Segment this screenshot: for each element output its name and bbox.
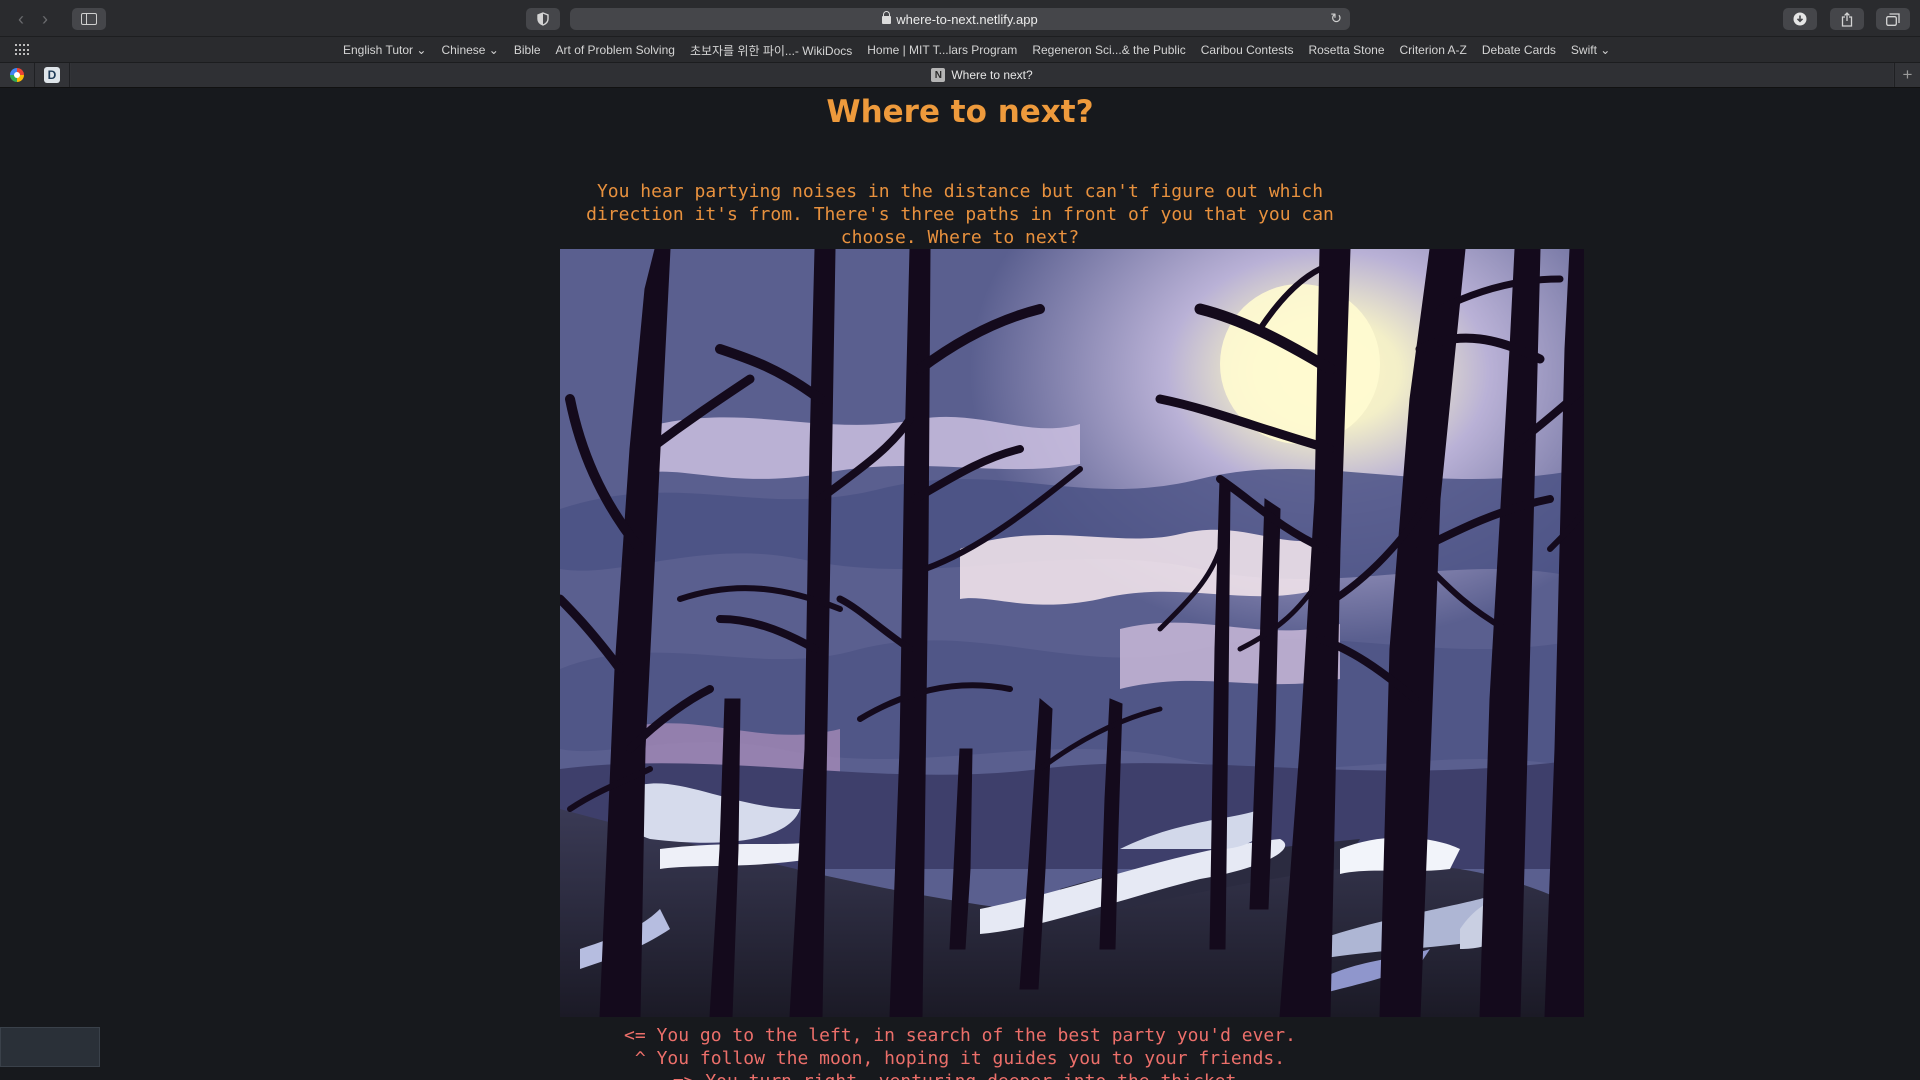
chevron-left-icon: ‹ [18,8,24,29]
overlay-panel[interactable] [0,1027,100,1067]
share-icon [1841,11,1853,27]
share-button[interactable] [1830,8,1864,30]
bookmark-bible[interactable]: Bible [514,43,541,57]
sidebar-toggle-button[interactable] [72,8,106,30]
chevron-right-icon: › [42,8,48,29]
google-icon [10,68,24,82]
tabs-icon [1886,12,1900,26]
choice-forward[interactable]: ^ You follow the moon, hoping it guides … [560,1047,1360,1070]
bookmarks-bar: English Tutor ⌄ Chinese ⌄ Bible Art of P… [0,37,1920,63]
tab-overview-button[interactable] [1876,8,1910,30]
downloads-button[interactable] [1783,8,1817,30]
bookmark-debate-cards[interactable]: Debate Cards [1482,43,1556,57]
bookmark-criterion[interactable]: Criterion A-Z [1400,43,1467,57]
bookmark-caribou[interactable]: Caribou Contests [1201,43,1294,57]
bookmark-rosetta-stone[interactable]: Rosetta Stone [1308,43,1384,57]
tab-title: Where to next? [951,68,1033,82]
forest-scene-image [560,249,1584,1017]
address-bar[interactable]: where-to-next.netlify.app ↻ [570,8,1350,30]
choice-left[interactable]: <= You go to the left, in search of the … [560,1024,1360,1047]
bookmark-list: English Tutor ⌄ Chinese ⌄ Bible Art of P… [343,37,1610,63]
bookmark-regeneron[interactable]: Regeneron Sci...& the Public [1032,43,1185,57]
privacy-report-button[interactable] [526,8,560,30]
reload-icon[interactable]: ↻ [1330,10,1342,27]
grid-icon[interactable] [15,44,29,56]
bookmark-english-tutor[interactable]: English Tutor ⌄ [343,43,426,57]
tab-where-to-next[interactable]: N Where to next? [71,63,1893,87]
new-tab-button[interactable]: + [1894,63,1920,87]
tab-bar: D N Where to next? + [0,63,1920,88]
pinned-tab-d[interactable]: D [35,63,70,87]
story-prompt: You hear partying noises in the distance… [586,181,1334,248]
bookmark-chinese[interactable]: Chinese ⌄ [441,43,498,57]
sidebar-icon [81,13,97,25]
pinned-tab-google[interactable] [0,63,35,87]
url-text: where-to-next.netlify.app [896,11,1038,27]
d-app-icon: D [44,67,60,83]
lock-icon [882,11,892,24]
bookmark-swift[interactable]: Swift ⌄ [1571,43,1610,57]
page-content: Where to next? You hear partying noises … [0,89,1920,1080]
plus-icon: + [1902,65,1913,84]
browser-toolbar: ‹ › where-to-next.netlify.app ↻ [0,0,1920,37]
page-title: Where to next? [826,94,1094,130]
back-button[interactable]: ‹ [10,8,32,30]
choice-right[interactable]: => You turn right, venturing deeper into… [560,1070,1360,1080]
netlify-favicon-icon: N [931,68,946,82]
bookmark-wikidocs[interactable]: 초보자를 위한 파이...- WikiDocs [690,42,852,59]
choice-list: <= You go to the left, in search of the … [560,1024,1360,1080]
download-icon [1793,12,1807,26]
forward-button[interactable]: › [34,8,56,30]
bookmark-mit[interactable]: Home | MIT T...lars Program [867,43,1017,57]
shield-icon [537,12,549,26]
bookmark-aops[interactable]: Art of Problem Solving [556,43,675,57]
